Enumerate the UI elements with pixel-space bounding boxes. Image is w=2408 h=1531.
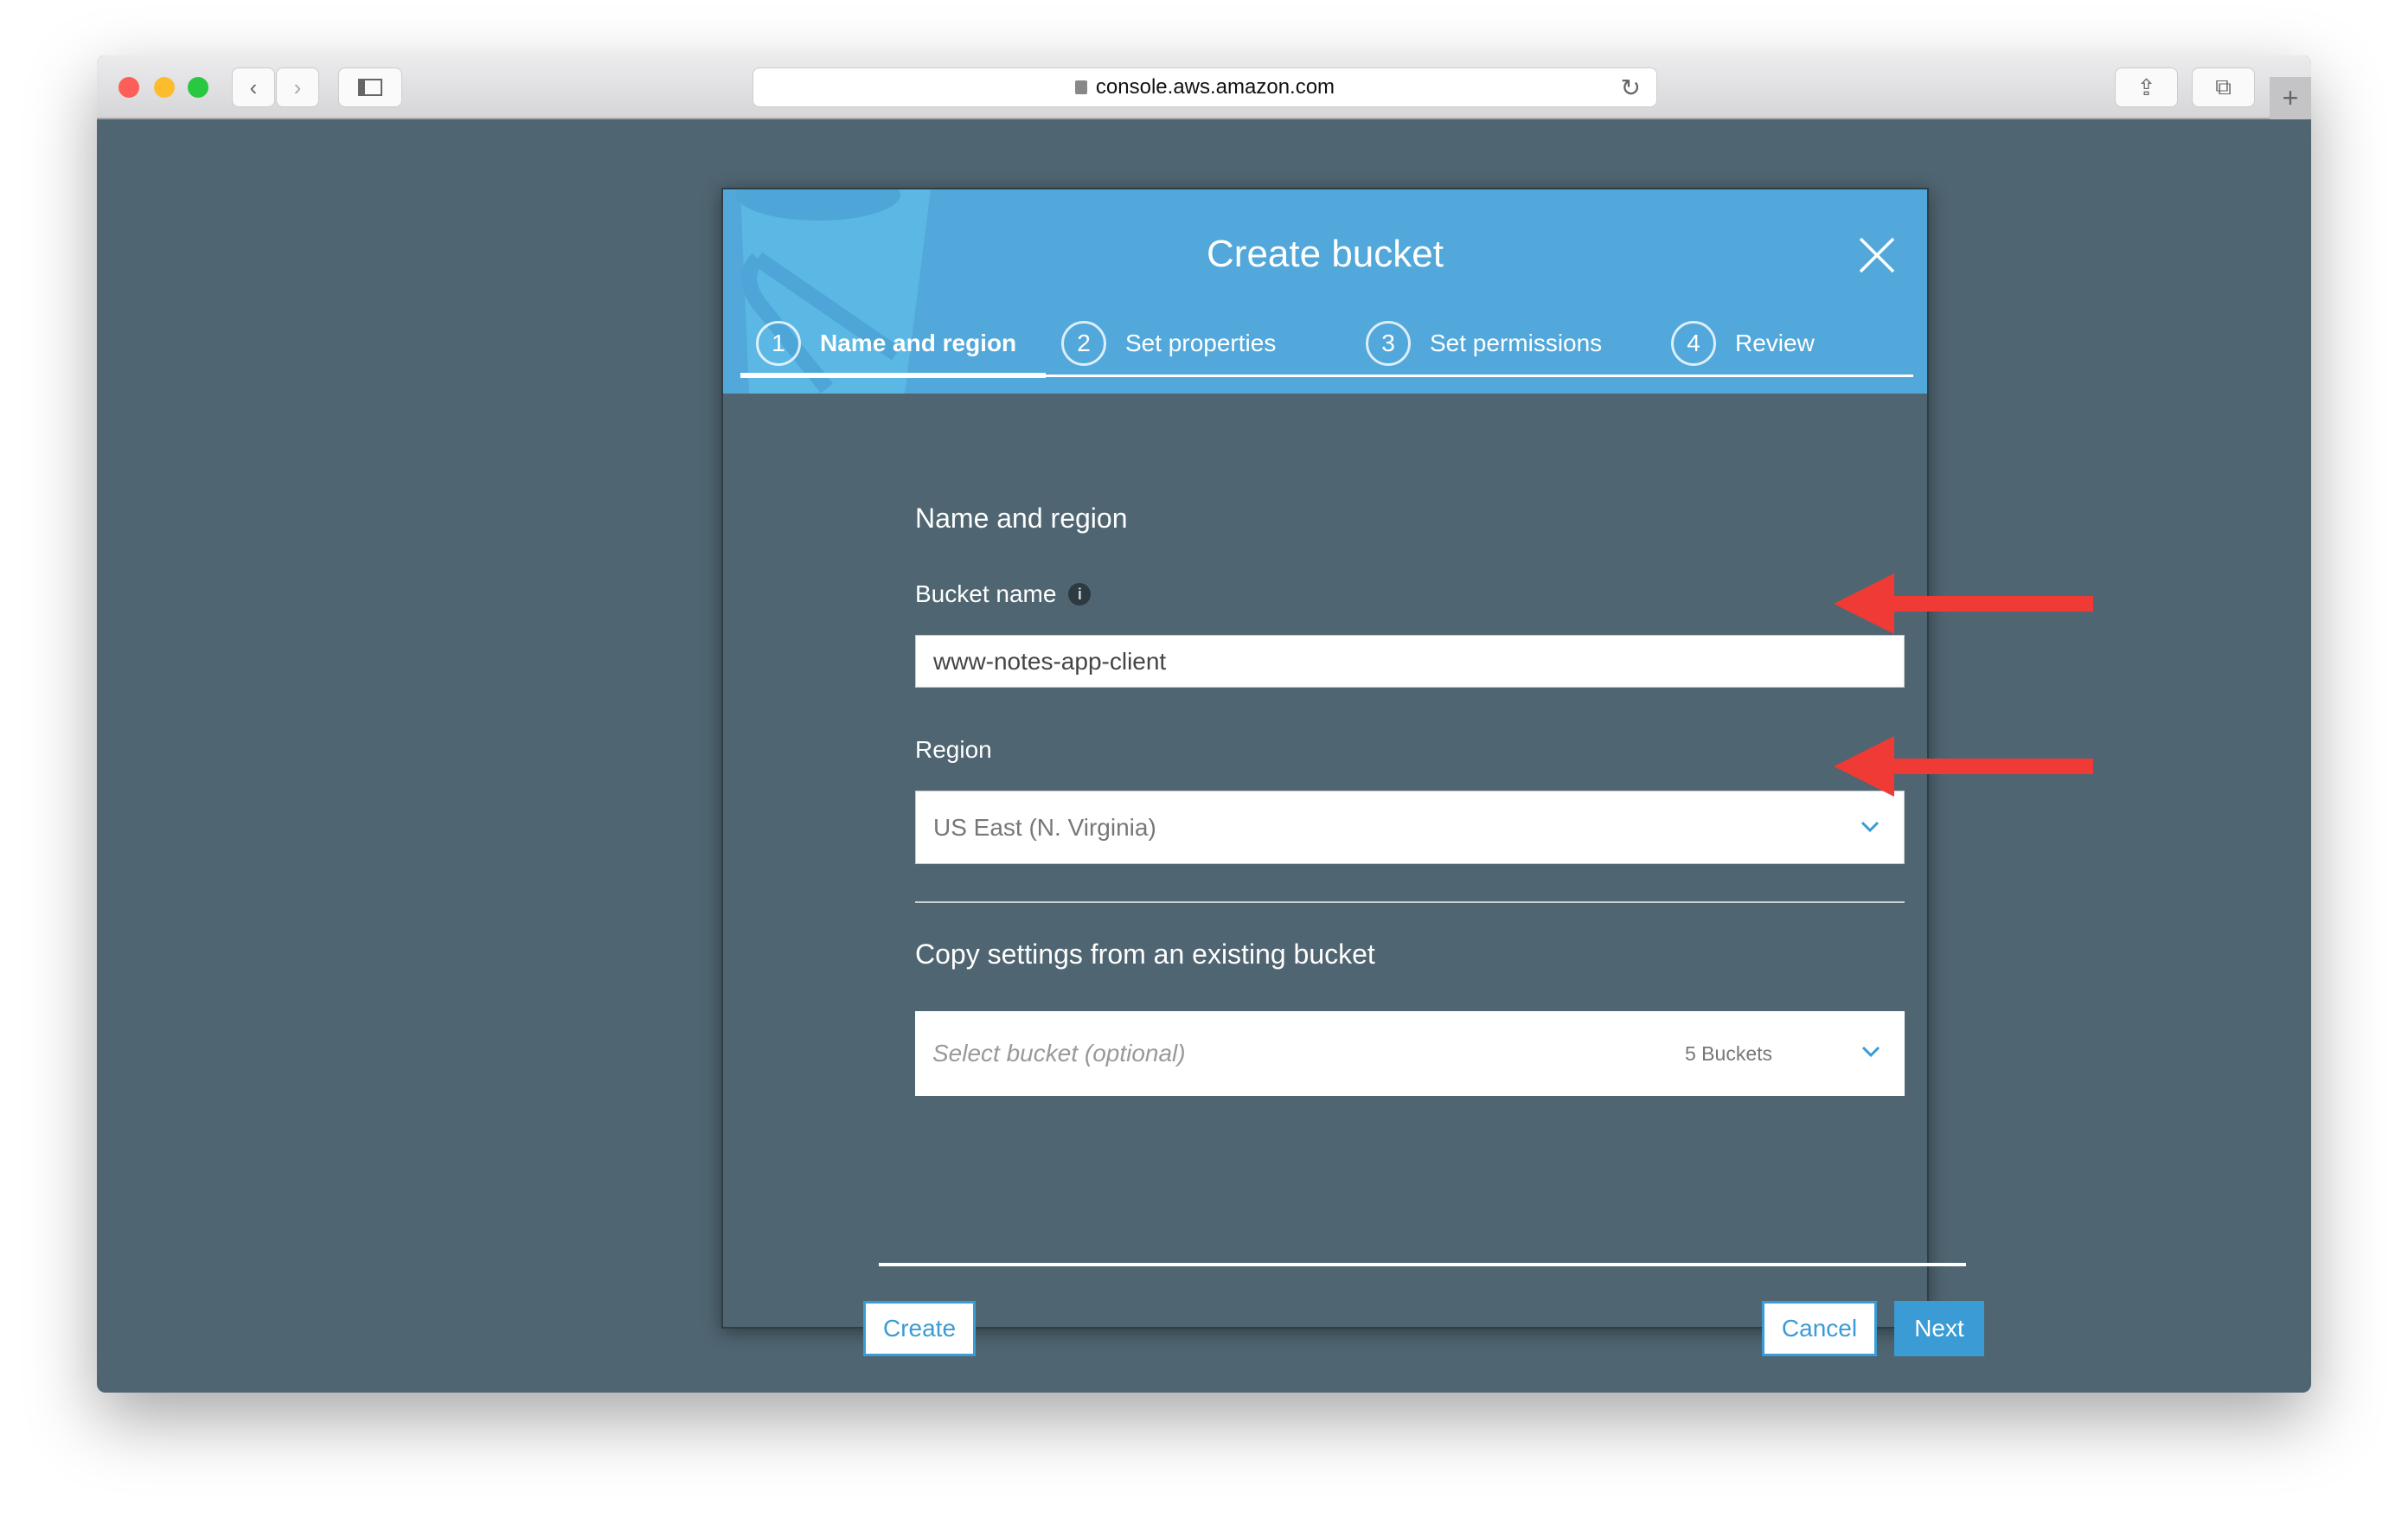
copy-settings-title: Copy settings from an existing bucket [915,938,1375,970]
back-button[interactable]: ‹ [232,67,275,107]
copy-bucket-placeholder: Select bucket (optional) [932,1040,1186,1067]
create-bucket-dialog: Create bucket 1 Name and region 2 Set prop… [721,188,1984,1356]
sidebar-button[interactable] [338,67,402,107]
close-icon[interactable] [1858,236,1896,274]
zoom-window-button[interactable] [188,77,208,98]
browser-window: ‹ › console.aws.amazon.com ↻ ⇪ ⧉ + Creat… [97,55,2311,1393]
info-icon[interactable]: i [1068,583,1092,605]
active-step-indicator [740,373,1046,378]
red-arrow-icon [1834,573,2093,634]
bucket-name-label: Bucket name i [915,580,1092,608]
step-review[interactable]: 4 Review [1671,319,1815,368]
step-set-properties[interactable]: 2 Set properties [1061,319,1276,368]
bucket-name-label-text: Bucket name [915,580,1057,607]
bucket-count: 5 Buckets [1685,1041,1772,1065]
minimize-window-button[interactable] [154,77,175,98]
red-arrow-icon [1834,736,2093,797]
region-label: Region [915,736,992,763]
step-set-permissions[interactable]: 3 Set permissions [1366,319,1602,368]
step-number: 1 [756,321,801,366]
footer-divider [879,1263,1966,1266]
sidebar-icon [358,79,382,96]
copy-bucket-select[interactable]: Select bucket (optional) 5 Buckets [915,1011,1905,1096]
tabs-button[interactable]: ⧉ [2192,67,2255,107]
region-value: US East (N. Virginia) [933,813,1156,841]
chevron-left-icon: ‹ [249,74,258,100]
dialog-header: Create bucket 1 Name and region 2 Set prop… [723,189,1927,394]
step-number: 3 [1366,321,1411,366]
browser-toolbar: ‹ › console.aws.amazon.com ↻ ⇪ ⧉ + [97,55,2311,119]
chevron-down-icon [1860,821,1880,833]
plus-icon: + [2282,82,2299,113]
step-number: 2 [1061,321,1106,366]
chevron-right-icon: › [293,74,302,100]
new-tab-button[interactable]: + [2270,77,2311,119]
region-select[interactable]: US East (N. Virginia) [915,791,1905,864]
step-label: Set properties [1125,330,1277,356]
create-button[interactable]: Create [863,1301,976,1356]
section-divider [915,901,1905,903]
tabs-icon: ⧉ [2215,74,2232,99]
step-name-and-region[interactable]: 1 Name and region [756,319,1016,368]
forward-button[interactable]: › [276,67,319,107]
chevron-down-icon [1861,1046,1880,1058]
bucket-name-input[interactable]: www-notes-app-client [915,635,1905,688]
share-button[interactable]: ⇪ [2115,67,2178,107]
cancel-button[interactable]: Cancel [1762,1301,1877,1356]
share-icon: ⇪ [2136,74,2156,100]
dialog-title: Create bucket [1207,233,1444,275]
step-label: Name and region [820,330,1017,356]
address-bar[interactable]: console.aws.amazon.com ↻ [752,67,1657,107]
close-window-button[interactable] [118,77,139,98]
step-label: Set permissions [1430,330,1603,356]
reload-icon[interactable]: ↻ [1621,74,1641,102]
section-title: Name and region [915,503,1128,534]
url-text: console.aws.amazon.com [1095,75,1335,99]
lock-icon [1074,80,1087,94]
step-label: Review [1735,330,1815,356]
next-button[interactable]: Next [1894,1301,1984,1356]
step-number: 4 [1671,321,1716,366]
